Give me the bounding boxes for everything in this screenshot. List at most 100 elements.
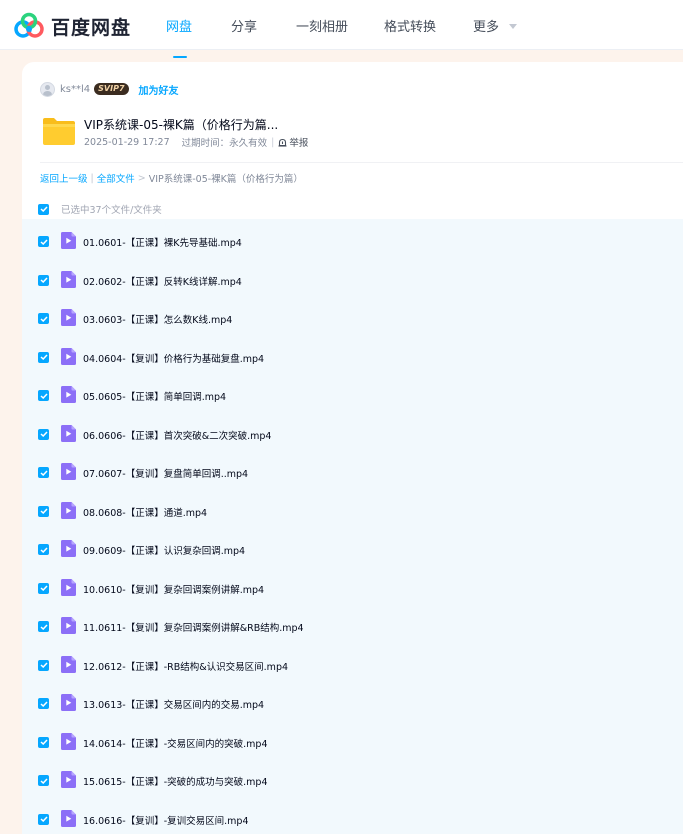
avatar[interactable] (40, 81, 55, 97)
video-file-icon (61, 694, 76, 711)
file-checkbox[interactable] (38, 698, 49, 709)
video-file-icon (61, 540, 76, 557)
check-icon (39, 739, 48, 745)
file-checkbox[interactable] (38, 659, 49, 671)
add-friend-link[interactable]: 加为好友 (139, 82, 179, 97)
vip-badge: SVIP7 (94, 83, 129, 95)
breadcrumb: 返回上一级 | 全部文件 > VIP系统课-05-裸K篇（价格行为篇） (40, 171, 303, 186)
nav-item-more[interactable]: 更多 (473, 16, 518, 35)
file-row[interactable]: 16.0616-【复训】-复训交易区间.mp4 (22, 801, 683, 834)
nav-item-label: 网盘 (166, 20, 193, 35)
breadcrumb-all-files-link[interactable]: 全部文件 (97, 171, 135, 185)
chevron-down-icon (509, 24, 518, 29)
file-row[interactable]: 09.0609-【正课】认识复杂回调.mp4 (22, 531, 683, 569)
file-checkbox[interactable] (38, 274, 49, 286)
file-name[interactable]: 14.0614-【正课】-交易区间内的突破.mp4 (83, 736, 268, 750)
file-checkbox[interactable] (38, 505, 49, 517)
file-checkbox[interactable] (38, 428, 49, 440)
file-name[interactable]: 08.0608-【正课】通道.mp4 (83, 505, 207, 519)
file-name[interactable]: 07.0607-【复训】复盘简单回调..mp4 (83, 466, 248, 480)
file-row[interactable]: 06.0606-【正课】首次突破&二次突破.mp4 (22, 416, 683, 454)
share-header: VIP系统课-05-裸K篇（价格行为篇... 2025-01-29 17:27 … (40, 114, 680, 154)
video-file-icon (61, 270, 76, 288)
file-name[interactable]: 10.0610-【复训】复杂回调案例讲解.mp4 (83, 582, 264, 596)
file-name[interactable]: 09.0609-【正课】认识复杂回调.mp4 (83, 543, 245, 557)
check-icon (39, 700, 48, 707)
file-checkbox[interactable] (38, 736, 49, 748)
share-meta: 2025-01-29 17:27 过期时间：永久有效 | 举报 (84, 135, 308, 150)
video-file-icon (61, 655, 76, 673)
check-icon (39, 315, 48, 322)
file-name[interactable]: 13.0613-【正课】交易区间内的交易.mp4 (83, 697, 264, 711)
sharer-info: ks**l4 SVIP7 加为好友 (40, 81, 179, 97)
file-name[interactable]: 15.0615-【正课】-突破的成功与突破.mp4 (83, 774, 268, 788)
select-all-checkbox[interactable] (38, 203, 49, 215)
file-row[interactable]: 08.0608-【正课】通道.mp4 (22, 493, 683, 531)
nav-item-label: 格式转换 (384, 20, 437, 35)
file-checkbox[interactable] (38, 775, 49, 786)
breadcrumb-back-link[interactable]: 返回上一级 (40, 171, 88, 185)
video-file-icon (61, 501, 76, 519)
report-button[interactable]: 举报 (278, 135, 308, 149)
video-file-icon (61, 424, 76, 442)
check-icon (39, 392, 48, 399)
file-name[interactable]: 06.0606-【正课】首次突破&二次突破.mp4 (83, 428, 271, 442)
check-icon (39, 585, 48, 591)
check-icon (39, 816, 48, 822)
file-row[interactable]: 13.0613-【正课】交易区间内的交易.mp4 (22, 685, 683, 723)
logo[interactable]: 百度网盘 (14, 11, 131, 41)
file-row[interactable]: 04.0604-【复训】价格行为基础复盘.mp4 (22, 339, 683, 377)
nav-item-share[interactable]: 分享 (231, 16, 257, 35)
nav-item-album[interactable]: 一刻相册 (296, 16, 348, 35)
file-row[interactable]: 05.0605-【正课】简单回调.mp4 (22, 377, 683, 415)
file-name[interactable]: 04.0604-【复训】价格行为基础复盘.mp4 (83, 351, 264, 365)
file-checkbox[interactable] (38, 236, 49, 247)
file-row[interactable]: 10.0610-【复训】复杂回调案例讲解.mp4 (22, 570, 683, 608)
check-icon (39, 277, 48, 283)
file-checkbox[interactable] (38, 313, 49, 324)
file-row[interactable]: 07.0607-【复训】复盘简单回调..mp4 (22, 454, 683, 492)
file-row[interactable]: 03.0603-【正课】怎么数K线.mp4 (22, 300, 683, 338)
video-file-icon (61, 347, 76, 365)
file-row[interactable]: 11.0611-【复训】复杂回调案例讲解&RB结构.mp4 (22, 608, 683, 646)
file-name[interactable]: 12.0612-【正课】-RB结构&认识交易区间.mp4 (83, 659, 288, 673)
video-file-icon (61, 771, 76, 788)
check-icon (39, 206, 48, 212)
file-row[interactable]: 02.0602-【正课】反转K线详解.mp4 (22, 262, 683, 300)
file-checkbox[interactable] (38, 582, 49, 594)
video-file-icon (61, 732, 76, 750)
file-checkbox[interactable] (38, 621, 49, 632)
divider (40, 162, 683, 163)
share-date: 2025-01-29 17:27 (84, 136, 170, 148)
file-name[interactable]: 01.0601-【正课】裸K先导基础.mp4 (83, 235, 242, 249)
file-row[interactable]: 15.0615-【正课】-突破的成功与突破.mp4 (22, 762, 683, 800)
share-title: VIP系统课-05-裸K篇（价格行为篇... (84, 118, 279, 132)
select-all-bar: 已选中37个文件/文件夹 (38, 202, 162, 216)
file-name[interactable]: 05.0605-【正课】简单回调.mp4 (83, 389, 226, 403)
file-checkbox[interactable] (38, 390, 49, 401)
active-tab-indicator (173, 56, 187, 58)
file-row[interactable]: 14.0614-【正课】-交易区间内的突破.mp4 (22, 724, 683, 762)
file-name[interactable]: 16.0616-【复训】-复训交易区间.mp4 (83, 813, 249, 827)
breadcrumb-current: VIP系统课-05-裸K篇（价格行为篇） (148, 174, 303, 185)
file-name[interactable]: 03.0603-【正课】怎么数K线.mp4 (83, 312, 232, 326)
nav-item-netdisk[interactable]: 网盘 (166, 16, 193, 58)
check-icon (39, 623, 48, 630)
file-name[interactable]: 11.0611-【复训】复杂回调案例讲解&RB结构.mp4 (83, 620, 304, 634)
file-checkbox[interactable] (38, 467, 49, 478)
file-checkbox[interactable] (38, 813, 49, 825)
logo-text: 百度网盘 (51, 16, 132, 39)
file-row[interactable]: 12.0612-【正课】-RB结构&认识交易区间.mp4 (22, 647, 683, 685)
check-icon (39, 469, 48, 476)
file-checkbox[interactable] (38, 351, 49, 363)
video-file-icon (61, 809, 76, 827)
expire-time: 过期时间：永久有效 (181, 138, 268, 149)
check-icon (39, 777, 48, 784)
video-file-icon (61, 578, 76, 596)
check-icon (39, 662, 48, 668)
file-row[interactable]: 01.0601-【正课】裸K先导基础.mp4 (22, 223, 683, 261)
nav-item-format-convert[interactable]: 格式转换 (384, 16, 436, 35)
file-checkbox[interactable] (38, 544, 49, 555)
check-icon (39, 354, 48, 360)
file-name[interactable]: 02.0602-【正课】反转K线详解.mp4 (83, 274, 242, 288)
